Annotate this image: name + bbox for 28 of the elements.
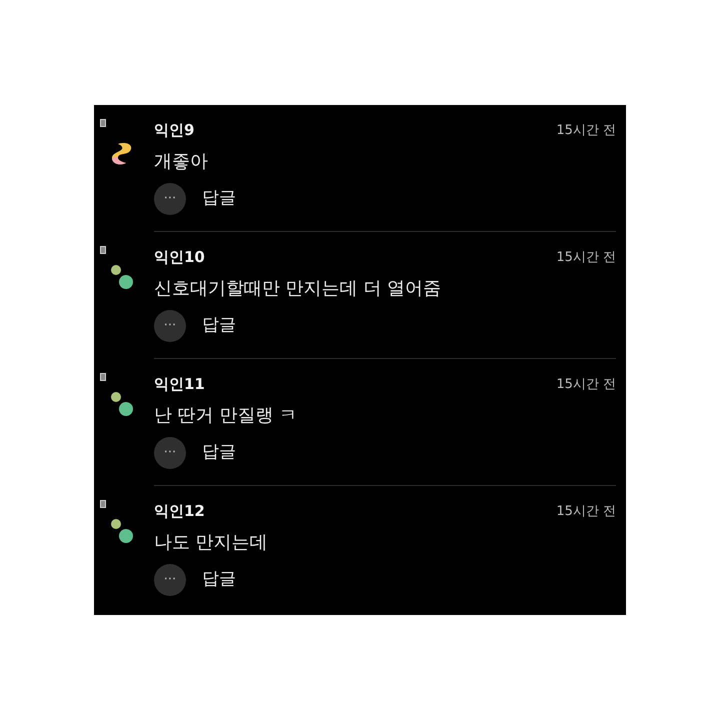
- comment-text: 난 딴거 만질랭 ㅋ: [154, 404, 298, 428]
- author-name: 익인12: [154, 501, 205, 522]
- comment-text: 신호대기할때만 만지는데 더 열어줌: [154, 276, 442, 300]
- avatar-icon: [110, 141, 134, 167]
- reply-button[interactable]: 답글: [202, 186, 236, 212]
- more-button[interactable]: ···: [154, 564, 186, 596]
- badge-icon: [100, 246, 106, 254]
- author-name: 익인11: [154, 374, 205, 395]
- badge-icon: [100, 119, 106, 127]
- comment-text: 개좋아: [154, 150, 209, 174]
- more-button[interactable]: ···: [154, 182, 186, 214]
- author-name: 익인10: [154, 247, 205, 268]
- comment-text: 나도 만지는데: [154, 530, 269, 554]
- avatar-icon: [108, 516, 136, 546]
- timestamp: 15시간 전: [556, 376, 616, 394]
- timestamp: 15시간 전: [556, 122, 616, 140]
- avatar-icon: [108, 262, 136, 292]
- more-button[interactable]: ···: [154, 436, 186, 468]
- more-button[interactable]: ···: [154, 310, 186, 342]
- reply-button[interactable]: 답글: [202, 312, 236, 338]
- badge-icon: [100, 500, 106, 508]
- author-name: 익인9: [154, 120, 194, 141]
- badge-icon: [100, 373, 106, 381]
- avatar-icon: [108, 389, 136, 419]
- timestamp: 15시간 전: [556, 248, 616, 266]
- reply-button[interactable]: 답글: [202, 566, 236, 592]
- timestamp: 15시간 전: [556, 502, 616, 520]
- reply-button[interactable]: 답글: [202, 440, 236, 466]
